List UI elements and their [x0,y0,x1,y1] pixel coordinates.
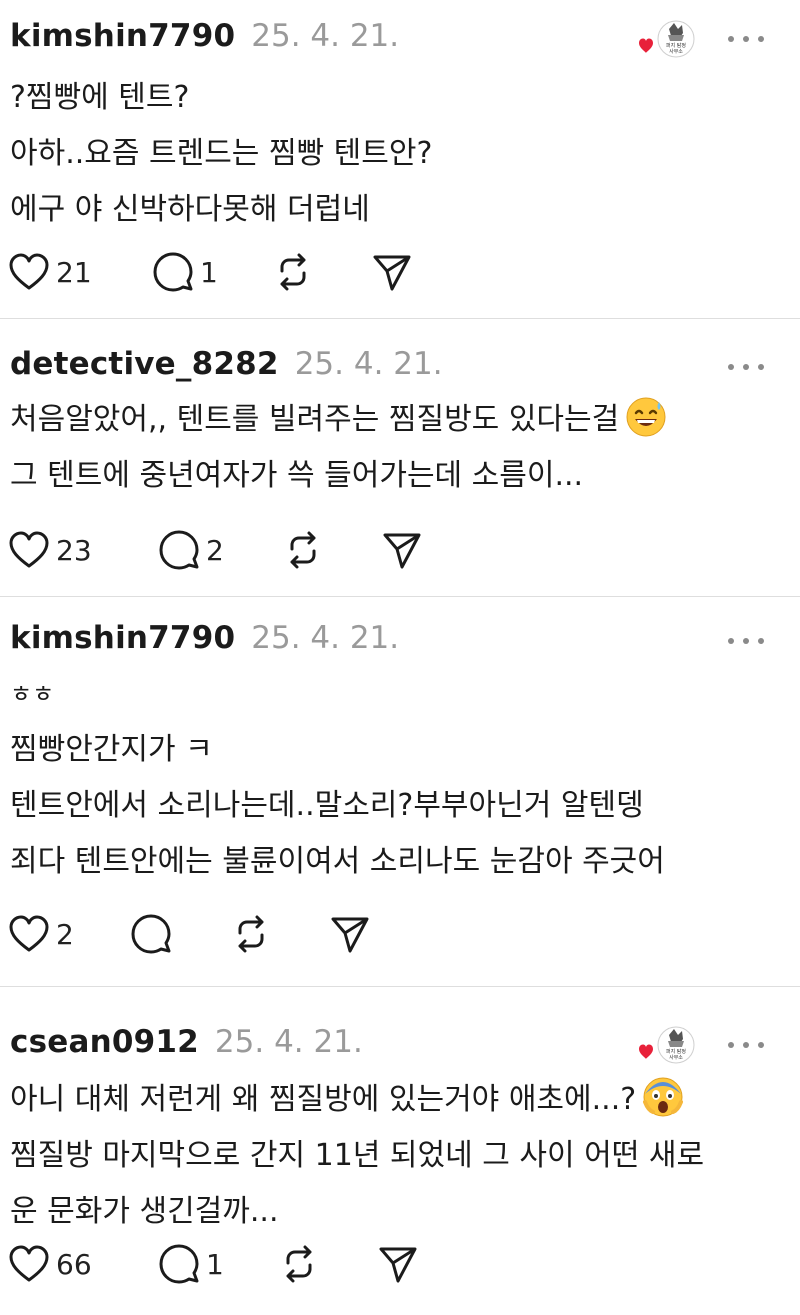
more-button[interactable] [728,362,764,372]
post-text-line: 찜질방 마지막으로 간지 11년 되었네 그 사이 어떤 새로 [10,1138,705,1173]
more-button[interactable] [728,1040,764,1050]
send-icon [331,917,369,953]
like-count: 66 [56,1247,92,1281]
timestamp: 25. 4. 21. [251,620,400,656]
post-text: 처음알았어,, 텐트를 빌려주는 찜질방도 있다는걸 [10,402,620,437]
post-text-line: ㅎㅎ [10,680,55,708]
comment-icon [159,1244,199,1284]
post-1: kimshin7790 25. 4. 21. 퍼지 탐정 사무소 ?찜빵에 텐트… [0,14,800,314]
screaming-face-emoji [642,1076,684,1118]
more-icon [728,36,734,42]
reply-count: 2 [206,533,224,567]
heart-icon [9,1245,49,1282]
svg-text:퍼지 탐정: 퍼지 탐정 [666,42,686,49]
more-icon [728,638,734,644]
liked-by-author-badge[interactable]: 퍼지 탐정 사무소 [638,1023,698,1067]
post-body: ?찜빵에 텐트? 아하..요즘 트렌드는 찜빵 텐트안? 에구 야 신박하다못해… [10,70,790,238]
like-count: 2 [56,917,74,951]
reply-button[interactable] [130,913,234,955]
repost-icon [280,253,306,291]
repost-icon [290,531,316,569]
post-header: kimshin7790 25. 4. 21. [10,616,399,660]
divider [0,318,800,319]
post-body: 아니 대체 저런게 왜 찜질방에 있는거야 애초에...? 찜질방 마지막으로 … [10,1072,790,1240]
like-button[interactable]: 23 [8,530,106,570]
reply-button[interactable]: 1 [158,1243,284,1285]
username[interactable]: kimshin7790 [10,18,235,54]
post-text-line: 운 문화가 생긴걸까... [10,1194,279,1229]
post-text-line: 아하..요즘 트렌드는 찜빵 텐트안? [10,136,433,171]
like-button[interactable]: 2 [8,914,90,954]
svg-text:사무소: 사무소 [669,1054,683,1061]
heart-icon [9,253,49,290]
post-2: detective_8282 25. 4. 21. 처음알았어,, 텐트를 빌려… [0,342,800,592]
liked-by-author-badge[interactable]: 퍼지 탐정 사무소 [638,17,698,61]
svg-text:사무소: 사무소 [669,48,683,55]
timestamp: 25. 4. 21. [214,1024,363,1060]
like-button[interactable]: 21 [8,252,100,292]
username[interactable]: kimshin7790 [10,620,235,656]
post-text-line: 에구 야 신박하다못해 더럽네 [10,192,370,227]
timestamp: 25. 4. 21. [294,346,443,382]
username[interactable]: csean0912 [10,1024,199,1060]
sweat-smile-emoji [625,396,667,438]
share-button[interactable] [372,252,412,292]
post-header: kimshin7790 25. 4. 21. [10,14,399,58]
divider [0,986,800,987]
post-header: csean0912 25. 4. 21. [10,1020,363,1064]
like-count: 21 [56,255,92,289]
reply-count: 1 [206,1247,224,1281]
reply-count: 1 [200,255,218,289]
send-icon [383,533,421,569]
heart-icon [9,531,49,568]
more-icon [728,364,734,370]
repost-icon [238,915,264,953]
more-button[interactable] [728,636,764,646]
more-button[interactable] [728,34,764,44]
post-text-line: 텐트안에서 소리나는데..말소리?부부아닌거 알텐뎅 [10,788,644,823]
svg-text:퍼지 탐정: 퍼지 탐정 [666,1048,686,1055]
share-button[interactable] [378,1244,418,1284]
reply-button[interactable]: 2 [158,529,286,571]
repost-button[interactable] [278,1243,320,1285]
more-icon [728,1042,734,1048]
post-text-line: 아니 대체 저런게 왜 찜질방에 있는거야 애초에...? [10,1072,790,1128]
send-icon [379,1247,417,1283]
share-button[interactable] [382,530,422,570]
username[interactable]: detective_8282 [10,346,279,382]
post-4: csean0912 25. 4. 21. 퍼지 탐정 사무소 아니 대체 저런게… [0,1020,800,1310]
repost-icon [286,1245,312,1283]
comment-icon [131,914,171,954]
comment-icon [159,530,199,570]
heart-icon [9,915,49,952]
action-bar: 23 2 [8,528,422,572]
post-body: ㅎㅎ 찜빵안간지가 ㅋ 텐트안에서 소리나는데..말소리?부부아닌거 알텐뎅 죄… [10,666,790,890]
post-text-line: 죄다 텐트안에는 불륜이여서 소리나도 눈감아 주긋어 [10,844,665,879]
like-button[interactable]: 66 [8,1244,106,1284]
post-text-line: 처음알았어,, 텐트를 빌려주는 찜질방도 있다는걸 [10,392,790,448]
post-3: kimshin7790 25. 4. 21. ㅎㅎ 찜빵안간지가 ㅋ 텐트안에서… [0,616,800,976]
share-button[interactable] [330,914,370,954]
post-text-line: 그 텐트에 중년여자가 쓱 들어가는데 소름이... [10,458,584,493]
post-text-line: 찜빵안간지가 ㅋ [10,732,213,767]
repost-button[interactable] [282,529,324,571]
repost-button[interactable] [272,251,314,293]
post-header: detective_8282 25. 4. 21. [10,342,443,386]
post-body: 처음알았어,, 텐트를 빌려주는 찜질방도 있다는걸 그 텐트에 중년여자가 쓱… [10,392,790,504]
comment-icon [153,252,193,292]
timestamp: 25. 4. 21. [251,18,400,54]
send-icon [373,255,411,291]
repost-button[interactable] [230,913,272,955]
post-text: 아니 대체 저런게 왜 찜질방에 있는거야 애초에...? [10,1082,637,1117]
divider [0,596,800,597]
post-text-line: ?찜빵에 텐트? [10,80,190,115]
reply-button[interactable]: 1 [152,251,278,293]
like-count: 23 [56,533,92,567]
reply-feed: kimshin7790 25. 4. 21. 퍼지 탐정 사무소 ?찜빵에 텐트… [0,0,800,1315]
action-bar: 66 1 [8,1242,418,1286]
action-bar: 21 1 [8,250,412,294]
action-bar: 2 [8,912,370,956]
